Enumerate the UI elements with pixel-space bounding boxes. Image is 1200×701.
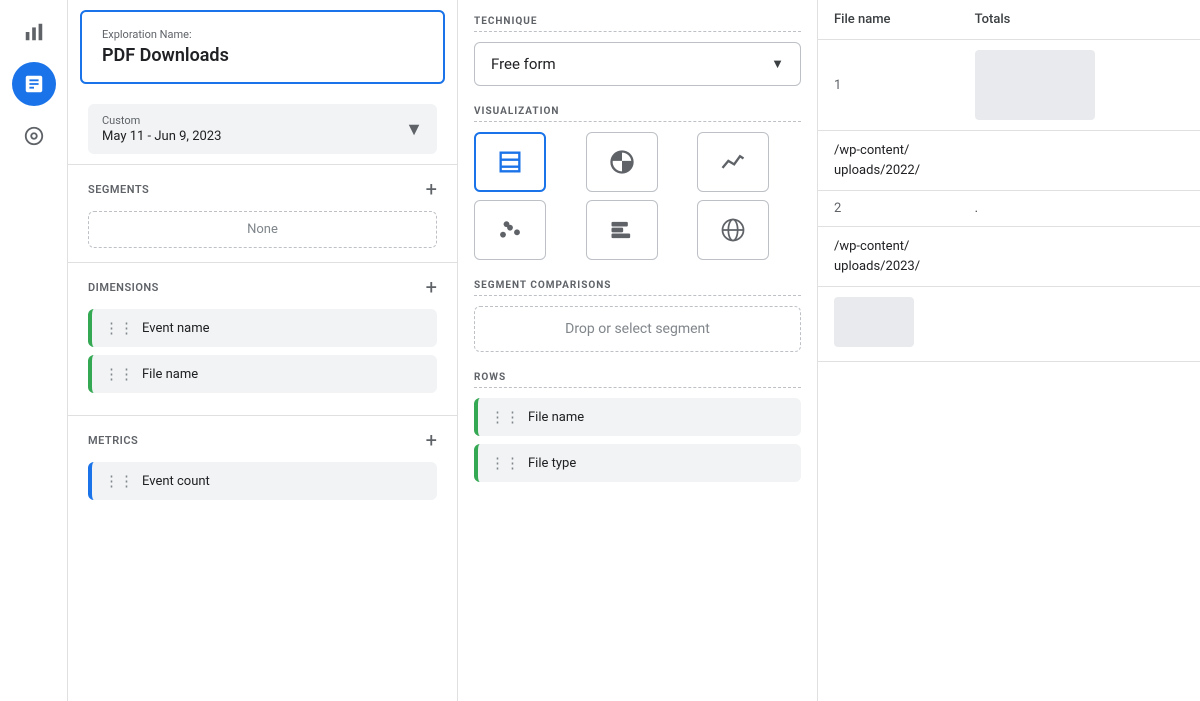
- technique-dropdown[interactable]: Free form ▼: [474, 42, 801, 86]
- chevron-down-icon: ▼: [405, 119, 423, 140]
- row-number-2: 2: [834, 201, 841, 216]
- dimensions-header: DIMENSIONS +: [88, 277, 437, 297]
- metric-event-count[interactable]: ⋮⋮ Event count: [88, 462, 437, 500]
- viz-btn-globe[interactable]: [697, 200, 769, 260]
- technique-chevron-icon: ▼: [771, 56, 784, 72]
- drag-handle-icon: ⋮⋮: [104, 319, 134, 337]
- drop-segment-box[interactable]: Drop or select segment: [474, 306, 801, 352]
- exploration-label: Exploration Name:: [102, 28, 423, 41]
- date-range-value: May 11 - Jun 9, 2023: [102, 129, 221, 144]
- visualization-grid: [474, 132, 801, 260]
- table-row: /wp-content/uploads/2023/: [818, 227, 1200, 287]
- sidebar-item-analytics[interactable]: [12, 62, 56, 106]
- path-text-1: /wp-content/uploads/2022/: [834, 143, 920, 178]
- metrics-section: METRICS + ⋮⋮ Event count: [68, 415, 457, 514]
- left-panel: Exploration Name: PDF Downloads Custom M…: [68, 0, 458, 701]
- thumbnail-1: [975, 50, 1095, 120]
- date-range-block: Custom May 11 - Jun 9, 2023 ▼: [68, 94, 457, 164]
- drag-handle-icon: ⋮⋮: [104, 472, 134, 490]
- viz-btn-table[interactable]: [474, 132, 546, 192]
- rows-label: ROWS: [474, 372, 801, 388]
- table-row: 1: [818, 40, 1200, 131]
- path-text-2: /wp-content/uploads/2023/: [834, 239, 920, 274]
- dimension-file-name[interactable]: ⋮⋮ File name: [88, 355, 437, 393]
- date-range-select[interactable]: Custom May 11 - Jun 9, 2023 ▼: [88, 104, 437, 154]
- exploration-title: PDF Downloads: [102, 45, 423, 66]
- drag-handle-icon: ⋮⋮: [104, 365, 134, 383]
- sidebar-item-bar-chart[interactable]: [12, 10, 56, 54]
- table-row: /wp-content/uploads/2022/: [818, 131, 1200, 191]
- row-file-type-label: File type: [528, 456, 576, 471]
- data-table: File name Totals 1 /wp-content/uploads/2…: [818, 0, 1200, 362]
- table-row: [818, 287, 1200, 362]
- column-header-filename: File name: [818, 0, 959, 40]
- segment-comparisons-label: SEGMENT COMPARISONS: [474, 280, 801, 296]
- row-file-name-label: File name: [528, 410, 584, 425]
- middle-panel: TECHNIQUE Free form ▼ VISUALIZATION: [458, 0, 818, 701]
- totals-header: Totals: [959, 0, 1200, 40]
- segments-title: SEGMENTS: [88, 183, 149, 196]
- dimensions-title: DIMENSIONS: [88, 281, 159, 294]
- segments-none: None: [88, 211, 437, 248]
- dimensions-section: DIMENSIONS + ⋮⋮ Event name ⋮⋮ File name: [68, 262, 457, 415]
- dimension-event-name[interactable]: ⋮⋮ Event name: [88, 309, 437, 347]
- dot-value-2: .: [975, 201, 978, 216]
- dimension-file-name-label: File name: [142, 367, 198, 382]
- viz-btn-pie[interactable]: [586, 132, 658, 192]
- right-panel: File name Totals 1 /wp-content/uploads/2…: [818, 0, 1200, 701]
- row-item-file-type[interactable]: ⋮⋮ File type: [474, 444, 801, 482]
- dimension-event-name-label: Event name: [142, 321, 210, 336]
- metrics-title: METRICS: [88, 434, 138, 447]
- drag-handle-icon: ⋮⋮: [490, 408, 520, 426]
- table-row: 2 .: [818, 191, 1200, 227]
- dimensions-add-icon[interactable]: +: [426, 277, 437, 297]
- sidebar-nav: [0, 0, 68, 701]
- viz-btn-line[interactable]: [697, 132, 769, 192]
- thumbnail-2: [834, 297, 914, 347]
- visualization-label: VISUALIZATION: [474, 106, 801, 122]
- metric-event-count-label: Event count: [142, 474, 210, 489]
- sidebar-item-target[interactable]: [12, 114, 56, 158]
- segments-header: SEGMENTS +: [88, 179, 437, 199]
- segments-add-icon[interactable]: +: [426, 179, 437, 199]
- drag-handle-icon: ⋮⋮: [490, 454, 520, 472]
- technique-label: TECHNIQUE: [474, 16, 801, 32]
- metrics-add-icon[interactable]: +: [426, 430, 437, 450]
- exploration-name-block: Exploration Name: PDF Downloads: [80, 10, 445, 84]
- viz-btn-scatter[interactable]: [474, 200, 546, 260]
- viz-btn-bar-horizontal[interactable]: [586, 200, 658, 260]
- technique-value: Free form: [491, 55, 556, 73]
- row-number-1: 1: [834, 78, 841, 93]
- row-item-file-name[interactable]: ⋮⋮ File name: [474, 398, 801, 436]
- date-range-label: Custom: [102, 114, 221, 127]
- metrics-header: METRICS +: [88, 430, 437, 450]
- segments-section: SEGMENTS + None: [68, 164, 457, 262]
